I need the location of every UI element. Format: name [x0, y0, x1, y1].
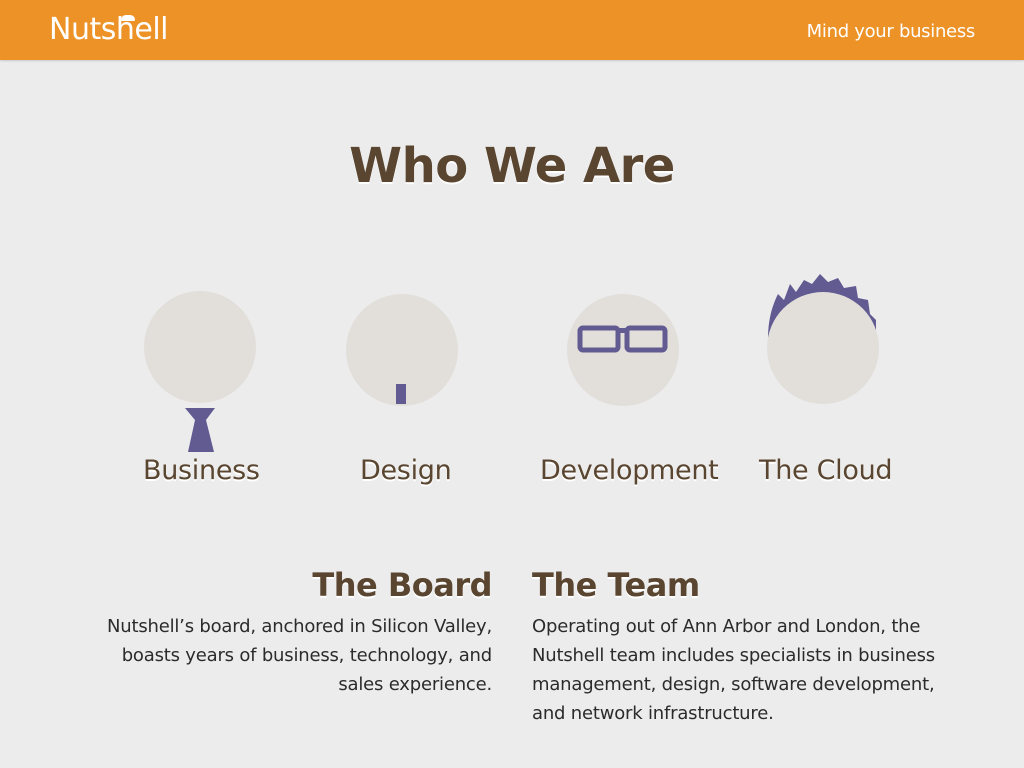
- head-circle: [144, 291, 256, 403]
- page-title: Who We Are: [349, 138, 675, 194]
- acorn-icon: [121, 15, 135, 21]
- board-body: Nutshell’s board, anchored in Silicon Va…: [106, 616, 492, 695]
- head-circle: [767, 292, 879, 404]
- avatar-label-design: Design: [360, 455, 452, 486]
- avatar-label-the-cloud: The Cloud: [759, 455, 893, 486]
- team-body: Operating out of Ann Arbor and London, t…: [532, 616, 935, 724]
- logo[interactable]: Nutshell: [49, 10, 169, 50]
- goatee-icon: [396, 384, 406, 404]
- header-bar: Nutshell Mind your business: [0, 0, 1024, 60]
- team-heading: The Team: [532, 566, 700, 604]
- avatar-label-business: Business: [143, 455, 260, 486]
- avatar-label-development: Development: [540, 455, 719, 486]
- board-heading: The Board: [312, 566, 492, 604]
- tie-icon: [185, 408, 215, 452]
- glasses-icon: [577, 325, 668, 353]
- tagline: Mind your business: [806, 21, 976, 42]
